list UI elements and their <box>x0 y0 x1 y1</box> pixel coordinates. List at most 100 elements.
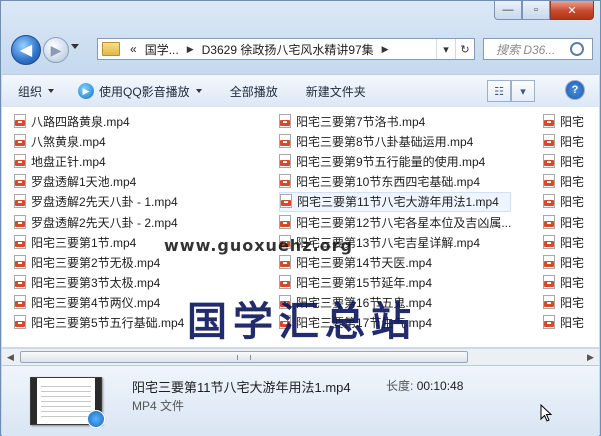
file-name: 八煞黄泉.mp4 <box>31 134 106 149</box>
folder-icon <box>102 42 120 56</box>
help-icon: ? <box>571 84 579 96</box>
file-item[interactable]: 阳宅 <box>543 313 584 333</box>
file-name: 地盘正针.mp4 <box>31 154 106 169</box>
organize-button[interactable]: 组织 <box>18 83 55 100</box>
file-item[interactable]: 阳宅三要第7节洛书.mp4 <box>279 111 511 131</box>
file-item[interactable]: 阳宅 <box>543 111 584 131</box>
help-button[interactable]: ? <box>565 80 585 100</box>
chevron-down-icon <box>195 89 202 93</box>
minimize-button[interactable]: — <box>494 1 522 20</box>
file-name: 阳宅 <box>560 134 585 149</box>
video-file-icon <box>280 194 293 209</box>
video-file-icon <box>14 295 27 310</box>
media-player-icon <box>87 410 105 428</box>
file-item[interactable]: 阳宅 <box>543 172 584 192</box>
video-file-icon <box>543 153 556 169</box>
search-box[interactable]: 搜索 D36... <box>483 38 593 60</box>
chevron-down-icon <box>48 89 55 93</box>
play-all-label: 全部播放 <box>229 84 278 99</box>
maximize-button[interactable]: ▫ <box>522 1 550 20</box>
file-column-1: 八路四路黄泉.mp4 八煞黄泉.mp4 地盘正针.mp4 罗盘透解1天池.mp4 罗盘透… <box>14 111 184 333</box>
breadcrumb-item-guoxue[interactable]: 国学... <box>145 41 179 58</box>
file-item[interactable]: 阳宅三要第5节五行基础.mp4 <box>14 313 184 333</box>
view-options-dropdown[interactable]: ▾ <box>511 80 535 102</box>
file-item[interactable]: 罗盘透解2先天八卦 - 1.mp4 <box>14 192 184 212</box>
file-item[interactable]: 阳宅三要第10节东西四宅基础.mp4 <box>279 172 511 192</box>
scroll-left-icon[interactable]: ◀ <box>2 349 19 365</box>
file-name: 八路四路黄泉.mp4 <box>31 114 130 129</box>
change-view-button[interactable]: ☷ <box>487 80 511 102</box>
back-button[interactable]: ◀ <box>11 35 41 65</box>
file-item[interactable]: 阳宅三要第2节无极.mp4 <box>14 252 184 272</box>
video-file-icon <box>14 153 27 169</box>
video-file-icon <box>14 133 27 149</box>
scroll-right-icon[interactable]: ▶ <box>582 349 599 365</box>
file-name: 阳宅 <box>560 175 585 190</box>
video-file-icon <box>279 254 292 270</box>
recent-pages-dropdown[interactable] <box>71 44 79 49</box>
file-name: 阳宅 <box>560 296 585 311</box>
file-item[interactable]: 罗盘透解1天池.mp4 <box>14 172 184 192</box>
file-item[interactable]: 阳宅 <box>543 232 584 252</box>
file-item[interactable]: 阳宅三要第12节八宅各星本位及吉凶属... <box>279 212 511 232</box>
file-item[interactable]: 阳宅 <box>543 131 584 151</box>
new-folder-label: 新建文件夹 <box>305 84 366 99</box>
file-length: 长度: 00:10:48 <box>386 377 463 394</box>
file-item[interactable]: 阳宅 <box>543 151 584 171</box>
video-thumbnail <box>30 377 105 428</box>
file-item[interactable]: 阳宅三要第3节太极.mp4 <box>14 273 184 293</box>
file-name: 阳宅三要第14节天医.mp4 <box>296 255 433 270</box>
file-item[interactable]: 阳宅三要第8节八卦基础运用.mp4 <box>279 131 511 151</box>
file-name: 罗盘透解2先天八卦 - 1.mp4 <box>31 195 178 210</box>
file-item[interactable]: 阳宅 <box>543 293 584 313</box>
video-file-icon <box>543 133 556 149</box>
file-name: 阳宅三要第9节五行能量的使用.mp4 <box>296 154 486 169</box>
qq-play-button[interactable]: ▶ 使用QQ影音播放 <box>78 83 202 100</box>
view-buttons: ☷ ▾ ? <box>487 80 585 102</box>
scrollbar-thumb[interactable] <box>20 351 468 363</box>
file-item[interactable]: 阳宅三要第9节五行能量的使用.mp4 <box>279 151 511 171</box>
breadcrumb-separator-icon[interactable]: ▶ <box>382 44 389 55</box>
file-item[interactable]: 阳宅三要第4节两仪.mp4 <box>14 293 184 313</box>
video-file-icon <box>543 174 556 189</box>
file-name: 阳宅 <box>560 114 585 129</box>
grip-icon <box>237 355 251 360</box>
file-item[interactable]: 阳宅 <box>543 192 584 212</box>
play-all-button[interactable]: 全部播放 <box>230 83 278 100</box>
file-item[interactable]: 阳宅 <box>543 252 584 272</box>
address-bar[interactable]: « 国学... ▶ D3629 徐政扬八宅风水精讲97集 ▶ ▾ ↻ <box>97 38 475 60</box>
file-item[interactable]: 阳宅三要第1节.mp4 <box>14 232 184 252</box>
close-button[interactable]: ✕ <box>550 1 594 20</box>
video-file-icon <box>14 234 27 250</box>
file-item[interactable]: 阳宅三要第14节天医.mp4 <box>279 252 511 272</box>
video-file-icon <box>14 254 27 270</box>
horizontal-scrollbar[interactable]: ◀ ▶ <box>2 348 599 365</box>
file-name: 阳宅三要第4节两仪.mp4 <box>31 296 161 311</box>
file-item[interactable]: 地盘正针.mp4 <box>14 151 184 171</box>
breadcrumb-separator-icon[interactable]: ▶ <box>187 44 194 55</box>
file-item[interactable]: 阳宅三要第11节八宅大游年用法1.mp4 <box>279 191 512 212</box>
file-name: 阳宅 <box>560 154 585 169</box>
file-name: 阳宅 <box>560 255 585 270</box>
breadcrumb-overflow[interactable]: « <box>130 42 137 56</box>
refresh-icon[interactable]: ↻ <box>455 39 474 59</box>
new-folder-button[interactable]: 新建文件夹 <box>306 83 366 100</box>
file-name: 阳宅三要第7节洛书.mp4 <box>296 114 426 129</box>
file-name: 罗盘透解1天池.mp4 <box>31 175 137 190</box>
file-list[interactable]: 八路四路黄泉.mp4 八煞黄泉.mp4 地盘正针.mp4 罗盘透解1天池.mp4 罗盘透… <box>2 107 599 347</box>
selected-file-name: 阳宅三要第11节八宅大游年用法1.mp4 <box>132 380 351 395</box>
file-item[interactable]: 八煞黄泉.mp4 <box>14 131 184 151</box>
file-item[interactable]: 罗盘透解2先天八卦 - 2.mp4 <box>14 212 184 232</box>
file-item[interactable]: 八路四路黄泉.mp4 <box>14 111 184 131</box>
breadcrumb-item-current-folder[interactable]: D3629 徐政扬八宅风水精讲97集 <box>202 41 374 58</box>
file-item[interactable]: 阳宅 <box>543 273 584 293</box>
forward-button[interactable]: ▶ <box>43 37 69 63</box>
file-item[interactable]: 阳宅 <box>543 212 584 232</box>
search-icon[interactable] <box>570 42 584 56</box>
file-name: 阳宅 <box>560 215 585 230</box>
length-label: 长度: <box>386 379 414 393</box>
video-file-icon <box>543 234 556 250</box>
file-name: 阳宅 <box>560 235 585 250</box>
search-input[interactable]: 搜索 D36... <box>484 41 570 58</box>
address-dropdown-icon[interactable]: ▾ <box>436 39 455 59</box>
